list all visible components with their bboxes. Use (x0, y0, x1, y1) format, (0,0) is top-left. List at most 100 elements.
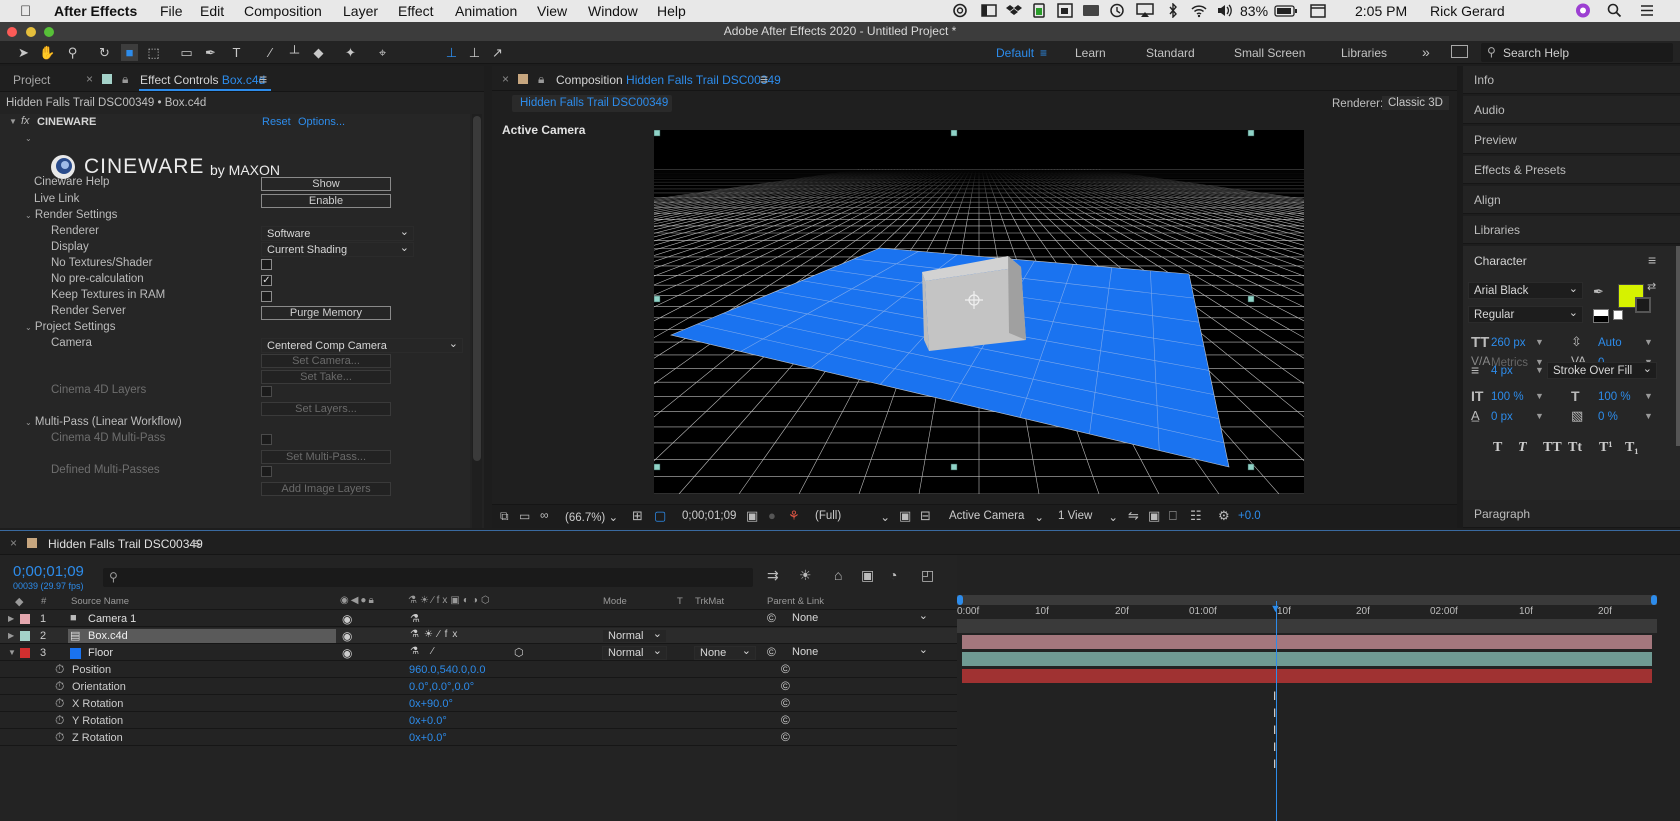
layer-name[interactable]: Box.c4d (88, 630, 128, 642)
type-tool-icon[interactable]: T (228, 44, 245, 61)
menu-effect[interactable]: Effect (398, 3, 434, 19)
av-switches-header-icons[interactable]: ◉◀●🔒︎ (340, 595, 376, 606)
keep-textures-checkbox[interactable] (261, 291, 272, 302)
comp-lock-icon[interactable]: 🔒︎ (538, 72, 544, 87)
scrollbar-thumb[interactable] (473, 116, 481, 461)
no-precalc-checkbox[interactable]: ✓ (261, 275, 272, 286)
font-size-dropdown-icon[interactable]: ▼ (1535, 337, 1544, 347)
grid-guides-icon[interactable]: ⊞ (632, 508, 643, 524)
set-take-button[interactable]: Set Take... (261, 370, 391, 384)
property-value[interactable]: 0x+0.0° (409, 732, 447, 744)
pixel-aspect-icon[interactable]: ⇋ (1128, 508, 1139, 524)
no-textures-checkbox[interactable] (261, 259, 272, 270)
show-snapshot-icon[interactable]: ● (768, 508, 776, 523)
view-axis-mode-icon[interactable]: ↗ (489, 44, 506, 61)
layer-name[interactable]: Floor (88, 647, 113, 659)
multipass-group[interactable]: ⌄ Multi-Pass (Linear Workflow) (25, 416, 182, 433)
character-menu-icon[interactable]: ≡ (1648, 252, 1656, 268)
flowchart-icon[interactable]: ☷ (1190, 508, 1202, 524)
video-eye-icon[interactable]: ◉ (342, 646, 352, 660)
spotlight-search-icon[interactable] (1606, 3, 1624, 18)
layer-bar-camera[interactable] (962, 635, 1652, 649)
zoom-window-button[interactable] (44, 27, 54, 37)
3d-view-dropdown[interactable]: Active Camera ⌄ (949, 510, 1044, 524)
stopwatch-icon[interactable]: ⏱︎ (55, 730, 64, 745)
menu-composition[interactable]: Composition (244, 3, 322, 19)
keyframe-marker[interactable]: I (1273, 689, 1276, 703)
playhead-icon[interactable]: ▼ (1270, 603, 1281, 615)
pan-behind-tool-icon[interactable]: ⬚ (145, 44, 162, 61)
reset-link[interactable]: Reset (262, 116, 291, 128)
tsume-dropdown-icon[interactable]: ▼ (1644, 411, 1653, 421)
close-timeline-tab-icon[interactable]: × (10, 536, 17, 550)
stopwatch-icon[interactable]: ⏱︎ (55, 662, 64, 677)
reset-exposure-icon[interactable]: ⚙ (1218, 508, 1230, 524)
timeline-search-input[interactable]: ⚲ (103, 568, 753, 587)
minimize-window-button[interactable] (26, 27, 36, 37)
battery-icon[interactable] (1274, 3, 1298, 18)
workspace-small-screen[interactable]: Small Screen (1234, 46, 1305, 60)
project-settings-group[interactable]: ⌄ Project Settings (25, 321, 115, 338)
font-size-value[interactable]: 260 px (1491, 337, 1526, 349)
layer-row-floor[interactable]: ▼ 3 Floor ◉ ⚗ ∕ ⬡ Normal None © None (0, 644, 957, 661)
fx-icon[interactable]: fx (21, 115, 30, 127)
keyframe-marker[interactable]: I (1273, 723, 1276, 737)
tab-project[interactable]: Project (13, 73, 50, 87)
defined-multipasses-checkbox[interactable] (261, 466, 272, 477)
renderer-button[interactable]: Classic 3D (1382, 96, 1449, 110)
property-row[interactable]: ⏱︎ Position 960.0,540.0,0.0 © (0, 662, 957, 678)
window-app-icon[interactable] (1056, 3, 1074, 18)
puppet-pin-tool-icon[interactable]: ⌖ (374, 44, 391, 61)
menu-view[interactable]: View (537, 3, 567, 19)
render-settings-group[interactable]: ⌄ Render Settings (25, 209, 117, 226)
camera-dropdown[interactable]: Centered Comp Camera (261, 337, 463, 353)
mode-header[interactable]: Mode (603, 596, 627, 607)
apple-icon[interactable]:  (20, 3, 31, 20)
set-multipass-button[interactable]: Set Multi-Pass... (261, 450, 391, 464)
shy-layer-icon[interactable]: ⚗ (410, 612, 420, 625)
stroke-width-value[interactable]: 4 px (1491, 365, 1513, 377)
no-stroke-icon[interactable] (1613, 310, 1623, 320)
keyframe-marker[interactable]: I (1273, 757, 1276, 771)
work-area-end-handle[interactable] (1651, 595, 1657, 605)
property-value[interactable]: 0x+90.0° (409, 698, 453, 710)
swap-colors-icon[interactable]: ⇄ (1647, 280, 1656, 293)
all-caps-button[interactable]: TT (1543, 440, 1562, 456)
color-channels-icon[interactable]: ⚘ (788, 508, 800, 524)
display-app-icon[interactable] (1082, 3, 1100, 18)
magnification-dropdown[interactable]: (66.7%) ⌄ (565, 510, 618, 524)
fast-previews-icon[interactable]: ▣ (1148, 508, 1160, 524)
tab-effect-controls[interactable]: Effect Controls Box.c4d (140, 73, 265, 87)
property-value[interactable]: 0.0°,0.0°,0.0° (409, 681, 474, 693)
search-help-field[interactable]: ⚲ Search Help (1481, 43, 1673, 62)
brush-tool-icon[interactable]: ∕ (262, 44, 279, 61)
timeline-menu-icon[interactable]: ≡ (192, 535, 200, 551)
video-eye-icon[interactable]: ◉ (342, 612, 352, 626)
snapshot-camera-icon[interactable]: ▣ (746, 508, 758, 524)
toggle-transparency-icon[interactable]: ⊟ (920, 508, 931, 524)
wifi-icon[interactable] (1190, 3, 1208, 18)
graph-editor-icon[interactable]: ◰ (921, 567, 934, 584)
vr-monitor-icon[interactable]: ▭ (519, 509, 530, 523)
work-area-bar[interactable] (957, 595, 1657, 605)
layer-label-color[interactable] (20, 614, 30, 624)
vertical-scale-dropdown-icon[interactable]: ▼ (1535, 391, 1544, 401)
libraries-panel[interactable]: Libraries (1463, 216, 1680, 244)
font-style-dropdown[interactable]: Regular (1468, 305, 1583, 323)
parent-pickwhip-icon[interactable]: © (767, 645, 776, 659)
renderer-dropdown[interactable]: Software (261, 225, 414, 241)
c4d-layers-checkbox[interactable] (261, 386, 272, 397)
property-row[interactable]: ⏱︎ Z Rotation 0x+0.0° © (0, 730, 957, 746)
lock-icon[interactable]: 🔒︎ (122, 72, 128, 87)
pen-tool-icon[interactable]: ✒ (202, 44, 219, 61)
selection-tool-icon[interactable]: ➤ (15, 44, 32, 61)
property-row[interactable]: ⏱︎ Orientation 0.0°,0.0°,0.0° © (0, 679, 957, 695)
character-scrollbar[interactable] (1676, 246, 1680, 446)
number-column-header[interactable]: # (41, 596, 46, 607)
video-eye-icon[interactable]: ◉ (342, 629, 352, 643)
trkmat-header[interactable]: TrkMat (695, 596, 724, 607)
layer-row-camera[interactable]: ▶ 1 ■ Camera 1 ◉ ⚗ © None (0, 610, 957, 627)
faux-italic-button[interactable]: T (1518, 440, 1527, 456)
tsume-value[interactable]: 0 % (1598, 411, 1618, 423)
notification-center-icon[interactable] (1638, 3, 1656, 18)
